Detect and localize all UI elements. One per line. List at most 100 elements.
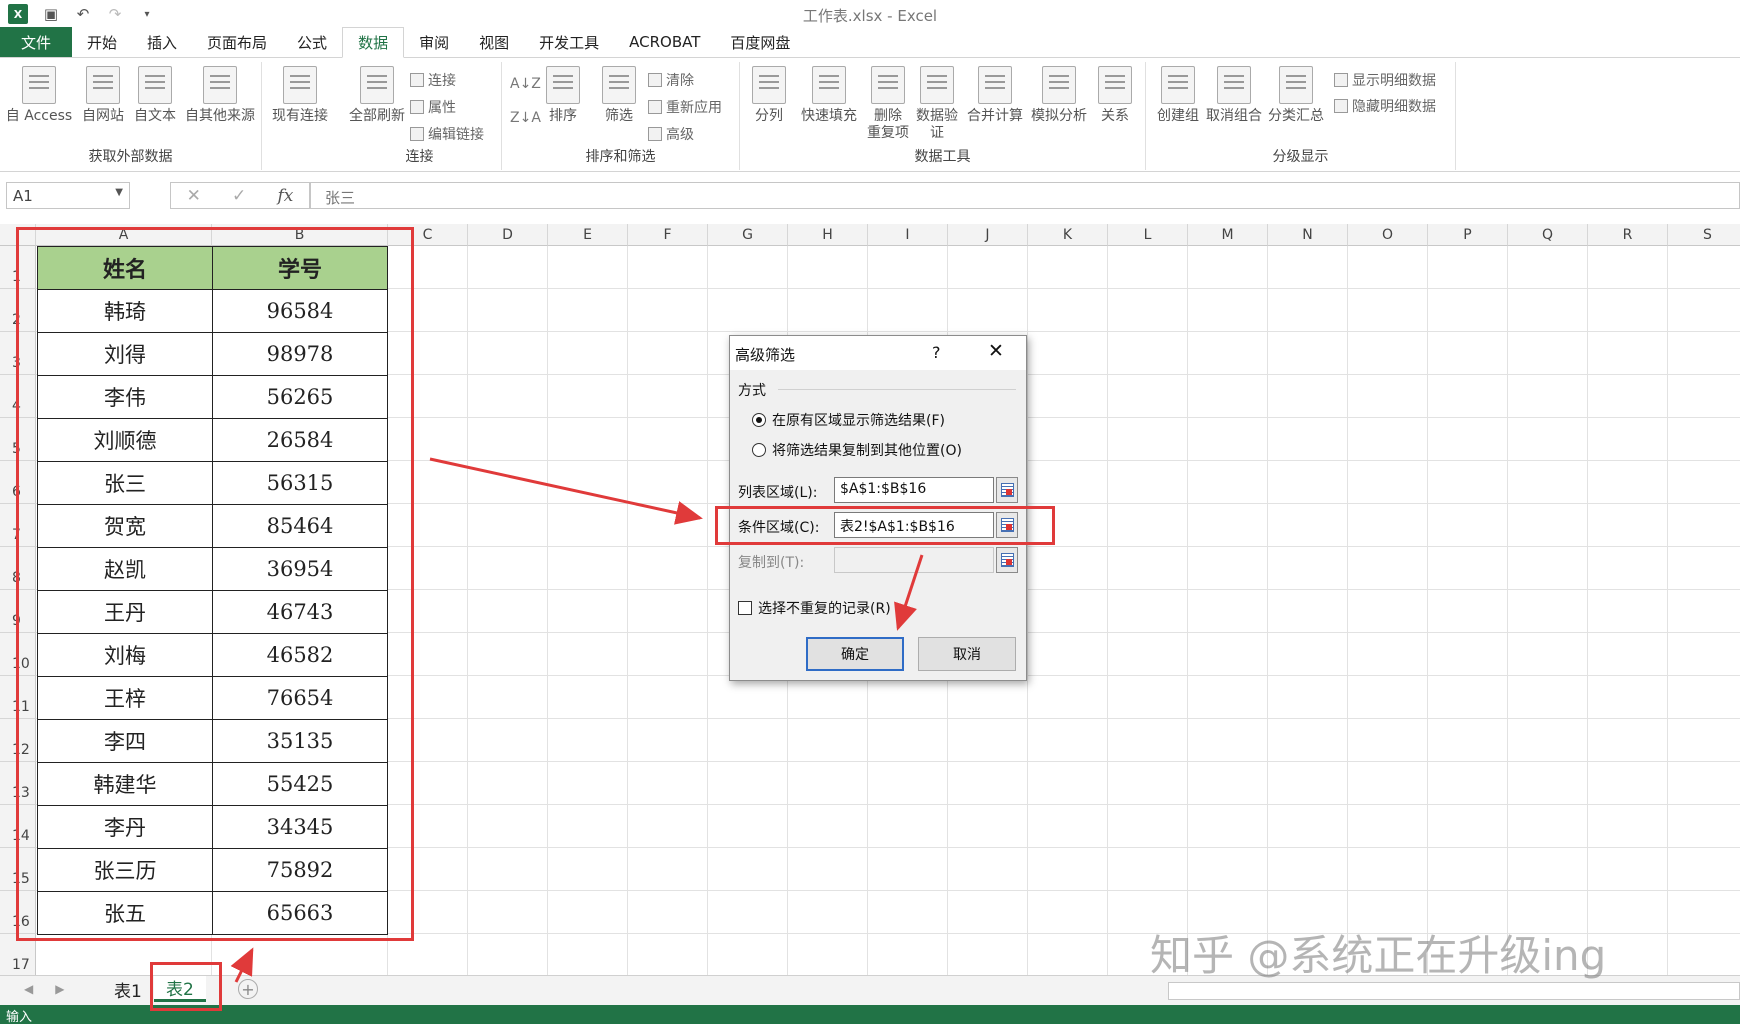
tab-home[interactable]: 开始 xyxy=(72,27,132,57)
table-cell-id[interactable]: 46582 xyxy=(212,633,388,677)
table-cell-name[interactable]: 刘顺德 xyxy=(37,418,213,462)
range-picker-icon[interactable] xyxy=(996,547,1018,573)
row-header[interactable]: 5 xyxy=(0,418,36,461)
table-cell-id[interactable]: 85464 xyxy=(212,504,388,548)
column-header[interactable]: P xyxy=(1428,224,1508,246)
table-cell-id[interactable]: 75892 xyxy=(212,848,388,892)
column-header[interactable]: N xyxy=(1268,224,1348,246)
row-header[interactable]: 14 xyxy=(0,805,36,848)
list-range-input[interactable]: $A$1:$B$16 xyxy=(834,477,994,503)
header-cell-id[interactable]: 学号 xyxy=(212,246,388,290)
add-sheet-icon[interactable]: + xyxy=(238,979,258,999)
column-header[interactable]: K xyxy=(1028,224,1108,246)
reapply-button[interactable]: 重新应用 xyxy=(648,97,722,117)
from-web-button[interactable]: 自网站 xyxy=(78,66,128,125)
tab-baidu-netdisk[interactable]: 百度网盘 xyxy=(715,27,805,57)
what-if-analysis-button[interactable]: 模拟分析 xyxy=(1026,66,1092,125)
table-cell-id[interactable]: 98978 xyxy=(212,332,388,376)
row-header[interactable]: 11 xyxy=(0,676,36,719)
column-header[interactable]: O xyxy=(1348,224,1428,246)
table-cell-name[interactable]: 张三 xyxy=(37,461,213,505)
column-header[interactable]: M xyxy=(1188,224,1268,246)
column-header[interactable]: G xyxy=(708,224,788,246)
row-header[interactable]: 3 xyxy=(0,332,36,375)
advanced-filter-button[interactable]: 高级 xyxy=(648,124,694,144)
row-header[interactable]: 4 xyxy=(0,375,36,418)
range-picker-icon[interactable] xyxy=(996,477,1018,503)
subtotal-button[interactable]: 分类汇总 xyxy=(1264,66,1328,125)
enter-icon[interactable]: ✓ xyxy=(232,186,246,206)
unique-records-checkbox[interactable]: 选择不重复的记录(R) xyxy=(738,598,891,618)
tab-data[interactable]: 数据 xyxy=(342,27,405,58)
table-cell-id[interactable]: 35135 xyxy=(212,719,388,763)
hide-detail-button[interactable]: 隐藏明细数据 xyxy=(1334,96,1436,116)
table-cell-name[interactable]: 贺宽 xyxy=(37,504,213,548)
prev-sheet-icon[interactable]: ◀ xyxy=(24,982,33,996)
row-header[interactable]: 12 xyxy=(0,719,36,762)
table-cell-id[interactable]: 65663 xyxy=(212,891,388,935)
table-cell-id[interactable]: 46743 xyxy=(212,590,388,634)
sheet-tab-2[interactable]: 表2 xyxy=(154,976,206,1002)
row-header[interactable]: 16 xyxy=(0,891,36,934)
tab-developer[interactable]: 开发工具 xyxy=(524,27,614,57)
column-header[interactable]: I xyxy=(868,224,948,246)
existing-connections-button[interactable]: 现有连接 xyxy=(266,66,334,125)
tab-view[interactable]: 视图 xyxy=(464,27,524,57)
group-button[interactable]: 创建组 xyxy=(1150,66,1206,125)
from-access-button[interactable]: 自 Access xyxy=(4,66,74,125)
row-header[interactable]: 17 xyxy=(0,934,36,976)
close-icon[interactable]: ✕ xyxy=(988,340,1004,362)
ungroup-button[interactable]: 取消组合 xyxy=(1202,66,1266,125)
chevron-down-icon[interactable]: ▼ xyxy=(115,187,123,198)
table-cell-name[interactable]: 王梓 xyxy=(37,676,213,720)
radio-filter-in-place[interactable]: 在原有区域显示筛选结果(F) xyxy=(752,410,945,430)
table-cell-id[interactable]: 76654 xyxy=(212,676,388,720)
row-header[interactable]: 13 xyxy=(0,762,36,805)
tab-acrobat[interactable]: ACROBAT xyxy=(614,27,715,57)
radio-unselected-icon[interactable] xyxy=(752,443,766,457)
table-cell-name[interactable]: 韩建华 xyxy=(37,762,213,806)
refresh-all-button[interactable]: 全部刷新 xyxy=(342,66,412,125)
column-header[interactable]: L xyxy=(1108,224,1188,246)
sort-button[interactable]: 排序 xyxy=(538,66,588,125)
row-header[interactable]: 6 xyxy=(0,461,36,504)
column-header[interactable]: J xyxy=(948,224,1028,246)
sort-asc-icon[interactable]: A↓Z xyxy=(510,76,541,92)
tab-formulas[interactable]: 公式 xyxy=(282,27,342,57)
table-cell-name[interactable]: 刘梅 xyxy=(37,633,213,677)
row-header[interactable]: 1 xyxy=(0,246,36,289)
row-header[interactable]: 8 xyxy=(0,547,36,590)
header-cell-name[interactable]: 姓名 xyxy=(37,246,213,290)
column-header[interactable]: F xyxy=(628,224,708,246)
column-header[interactable]: S xyxy=(1668,224,1740,246)
table-cell-name[interactable]: 张三历 xyxy=(37,848,213,892)
from-other-sources-button[interactable]: 自其他来源 xyxy=(180,66,260,125)
table-cell-name[interactable]: 李伟 xyxy=(37,375,213,419)
checkbox-icon[interactable] xyxy=(738,601,752,615)
select-all-corner[interactable] xyxy=(0,224,36,246)
properties-button[interactable]: 属性 xyxy=(410,97,456,117)
tab-insert[interactable]: 插入 xyxy=(132,27,192,57)
help-icon[interactable]: ? xyxy=(932,343,941,362)
table-cell-id[interactable]: 96584 xyxy=(212,289,388,333)
cancel-icon[interactable]: ✕ xyxy=(187,186,201,206)
consolidate-button[interactable]: 合并计算 xyxy=(962,66,1028,125)
column-header[interactable]: E xyxy=(548,224,628,246)
tab-review[interactable]: 审阅 xyxy=(404,27,464,57)
row-header[interactable]: 10 xyxy=(0,633,36,676)
table-cell-id[interactable]: 34345 xyxy=(212,805,388,849)
formula-input[interactable]: 张三 xyxy=(310,182,1740,209)
sheet-tab-1[interactable]: 表1 xyxy=(102,976,154,1002)
text-to-columns-button[interactable]: 分列 xyxy=(744,66,794,125)
table-cell-name[interactable]: 刘得 xyxy=(37,332,213,376)
table-cell-name[interactable]: 李丹 xyxy=(37,805,213,849)
copy-to-input[interactable] xyxy=(834,547,994,573)
column-header[interactable]: B xyxy=(212,224,388,246)
column-header[interactable]: R xyxy=(1588,224,1668,246)
column-header[interactable]: Q xyxy=(1508,224,1588,246)
column-header[interactable]: C xyxy=(388,224,468,246)
criteria-range-input[interactable]: 表2!$A$1:$B$16 xyxy=(834,512,994,538)
name-box[interactable]: A1 ▼ xyxy=(6,182,130,209)
next-sheet-icon[interactable]: ▶ xyxy=(55,982,64,996)
insert-function-icon[interactable]: fx xyxy=(278,186,294,206)
